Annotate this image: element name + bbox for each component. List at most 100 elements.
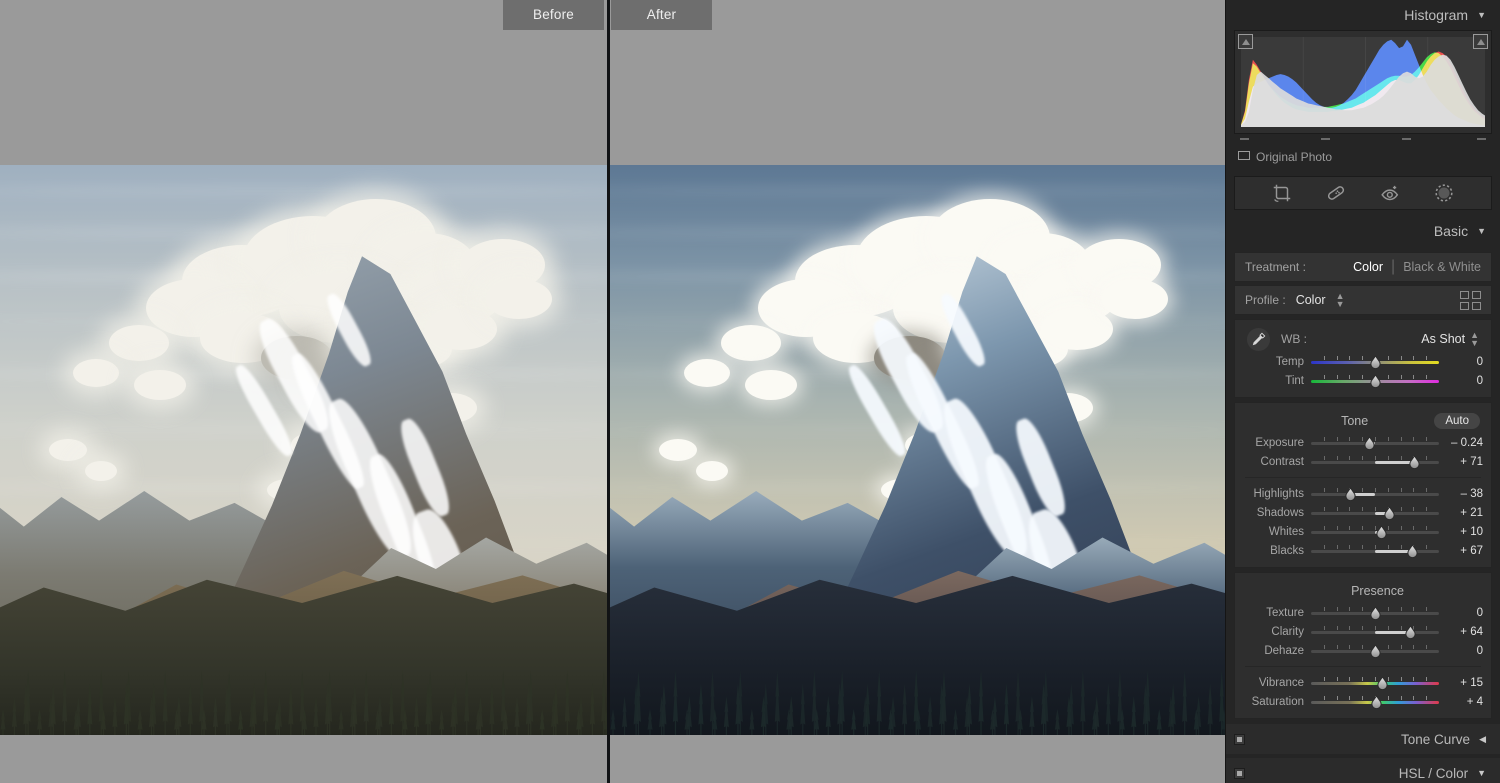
slider-track-clarity[interactable] — [1311, 624, 1439, 640]
profile-row[interactable]: Profile : Color ▲ ▼ — [1234, 285, 1492, 315]
slider-clarity[interactable]: Clarity + 64 — [1235, 622, 1491, 641]
wb-value[interactable]: As Shot — [1421, 332, 1465, 346]
before-photo[interactable] — [0, 165, 607, 735]
slider-value-clarity[interactable]: + 64 — [1439, 626, 1483, 638]
slider-handle-whites[interactable] — [1374, 524, 1389, 540]
slider-exposure[interactable]: Exposure – 0.24 — [1235, 433, 1491, 452]
tone-block: Tone Auto Exposure – 0.24 Contrast + 71 Hig… — [1234, 402, 1492, 568]
slider-track-temp[interactable] — [1311, 354, 1439, 370]
stepper-icon[interactable]: ▲ ▼ — [1336, 292, 1345, 309]
image-compare-viewer[interactable]: Before After — [0, 0, 1225, 783]
slider-value-dehaze[interactable]: 0 — [1439, 645, 1483, 657]
slider-value-shadows[interactable]: + 21 — [1439, 507, 1483, 519]
slider-track-whites[interactable] — [1311, 524, 1439, 540]
slider-saturation[interactable]: Saturation + 4 — [1235, 692, 1491, 711]
slider-blacks[interactable]: Blacks + 67 — [1235, 541, 1491, 560]
panel-enable-switch[interactable] — [1234, 768, 1245, 779]
slider-track-contrast[interactable] — [1311, 454, 1439, 470]
slider-value-texture[interactable]: 0 — [1439, 607, 1483, 619]
slider-temp[interactable]: Temp 0 — [1235, 352, 1491, 371]
red-eye-correction-tool-icon[interactable] — [1379, 182, 1401, 204]
before-image-pane[interactable] — [0, 0, 607, 783]
treatment-option-color[interactable]: Color — [1353, 260, 1383, 274]
slider-track-texture[interactable] — [1311, 605, 1439, 621]
profile-label: Profile : — [1245, 293, 1286, 307]
slider-highlights[interactable]: Highlights – 38 — [1235, 484, 1491, 503]
slider-handle-exposure[interactable] — [1362, 435, 1377, 451]
slider-value-vibrance[interactable]: + 15 — [1439, 677, 1483, 689]
slider-handle-contrast[interactable] — [1407, 454, 1422, 470]
slider-value-blacks[interactable]: + 67 — [1439, 545, 1483, 557]
slider-handle-tint[interactable] — [1368, 373, 1383, 389]
slider-value-whites[interactable]: + 10 — [1439, 526, 1483, 538]
slider-handle-temp[interactable] — [1368, 354, 1383, 370]
slider-tint[interactable]: Tint 0 — [1235, 371, 1491, 390]
slider-value-saturation[interactable]: + 4 — [1439, 696, 1483, 708]
spot-removal-tool-icon[interactable] — [1325, 182, 1347, 204]
panel-enable-switch[interactable] — [1234, 734, 1245, 745]
slider-track-highlights[interactable] — [1311, 486, 1439, 502]
slider-handle-highlights[interactable] — [1343, 486, 1358, 502]
slider-value-temp[interactable]: 0 — [1439, 356, 1483, 368]
compare-divider[interactable] — [607, 0, 610, 783]
auto-tone-button[interactable]: Auto — [1434, 413, 1480, 429]
treatment-option-black-and-white[interactable]: Black & White — [1403, 260, 1481, 274]
white-balance-selector-icon[interactable] — [1235, 327, 1281, 352]
wb-row[interactable]: WB : As Shot ▲ ▼ — [1235, 326, 1491, 352]
slider-track-shadows[interactable] — [1311, 505, 1439, 521]
treatment-row[interactable]: Treatment : Color | Black & White — [1234, 252, 1492, 282]
histogram-box[interactable] — [1234, 30, 1492, 134]
presence-group-title: Presence — [1235, 579, 1491, 603]
slider-track-vibrance[interactable] — [1311, 675, 1439, 691]
histogram-panel-header[interactable]: Histogram ▼ — [1226, 0, 1500, 30]
slider-handle-texture[interactable] — [1368, 605, 1383, 621]
slider-value-highlights[interactable]: – 38 — [1439, 488, 1483, 500]
profile-value[interactable]: Color — [1296, 293, 1326, 307]
slider-texture[interactable]: Texture 0 — [1235, 603, 1491, 622]
slider-handle-vibrance[interactable] — [1375, 675, 1390, 691]
slider-handle-blacks[interactable] — [1405, 543, 1420, 559]
slider-handle-clarity[interactable] — [1403, 624, 1418, 640]
slider-value-contrast[interactable]: + 71 — [1439, 456, 1483, 468]
before-label[interactable]: Before — [503, 0, 604, 30]
chevron-down-icon[interactable]: ▼ — [1477, 216, 1486, 246]
hsl-panel-header[interactable]: HSL / Color ▼ — [1226, 758, 1500, 783]
chevron-down-icon[interactable]: ▼ — [1477, 0, 1486, 30]
photo-cloud-puff — [1040, 307, 1113, 350]
photo-tree — [388, 683, 394, 735]
after-photo[interactable] — [610, 165, 1225, 735]
highlight-clipping-toggle-icon[interactable] — [1473, 34, 1488, 49]
slider-contrast[interactable]: Contrast + 71 — [1235, 452, 1491, 471]
chevron-left-icon[interactable]: ◀ — [1479, 724, 1486, 754]
stepper-icon[interactable]: ▲ ▼ — [1470, 331, 1479, 348]
basic-panel-header[interactable]: Basic ▼ — [1226, 216, 1500, 246]
slider-track-blacks[interactable] — [1311, 543, 1439, 559]
slider-track-dehaze[interactable] — [1311, 643, 1439, 659]
photo-cloud-puff — [72, 358, 119, 387]
slider-track-saturation[interactable] — [1311, 694, 1439, 710]
slider-track-tint[interactable] — [1311, 373, 1439, 389]
slider-track-exposure[interactable] — [1311, 435, 1439, 451]
slider-value-tint[interactable]: 0 — [1439, 375, 1483, 387]
slider-handle-shadows[interactable] — [1382, 505, 1397, 521]
slider-shadows[interactable]: Shadows + 21 — [1235, 503, 1491, 522]
slider-value-exposure[interactable]: – 0.24 — [1439, 437, 1483, 449]
slider-vibrance[interactable]: Vibrance + 15 — [1235, 673, 1491, 692]
chevron-down-icon[interactable]: ▼ — [1477, 758, 1486, 783]
tool-strip[interactable] — [1234, 176, 1492, 210]
photo-tree — [313, 696, 319, 735]
shadow-clipping-toggle-icon[interactable] — [1238, 34, 1253, 49]
slider-whites[interactable]: Whites + 10 — [1235, 522, 1491, 541]
after-image-pane[interactable] — [610, 0, 1225, 783]
profile-browser-grid-icon[interactable] — [1460, 290, 1481, 310]
crop-overlay-tool-icon[interactable] — [1271, 182, 1293, 204]
slider-dehaze[interactable]: Dehaze 0 — [1235, 641, 1491, 660]
basic-title: Basic — [1433, 223, 1469, 239]
after-label[interactable]: After — [611, 0, 712, 30]
histogram-canvas[interactable] — [1241, 37, 1485, 127]
masking-tool-icon[interactable] — [1433, 182, 1455, 204]
original-photo-row[interactable]: Original Photo — [1226, 144, 1500, 170]
slider-handle-dehaze[interactable] — [1368, 643, 1383, 659]
slider-handle-saturation[interactable] — [1369, 694, 1384, 710]
tone-curve-panel-header[interactable]: Tone Curve ◀ — [1226, 724, 1500, 754]
